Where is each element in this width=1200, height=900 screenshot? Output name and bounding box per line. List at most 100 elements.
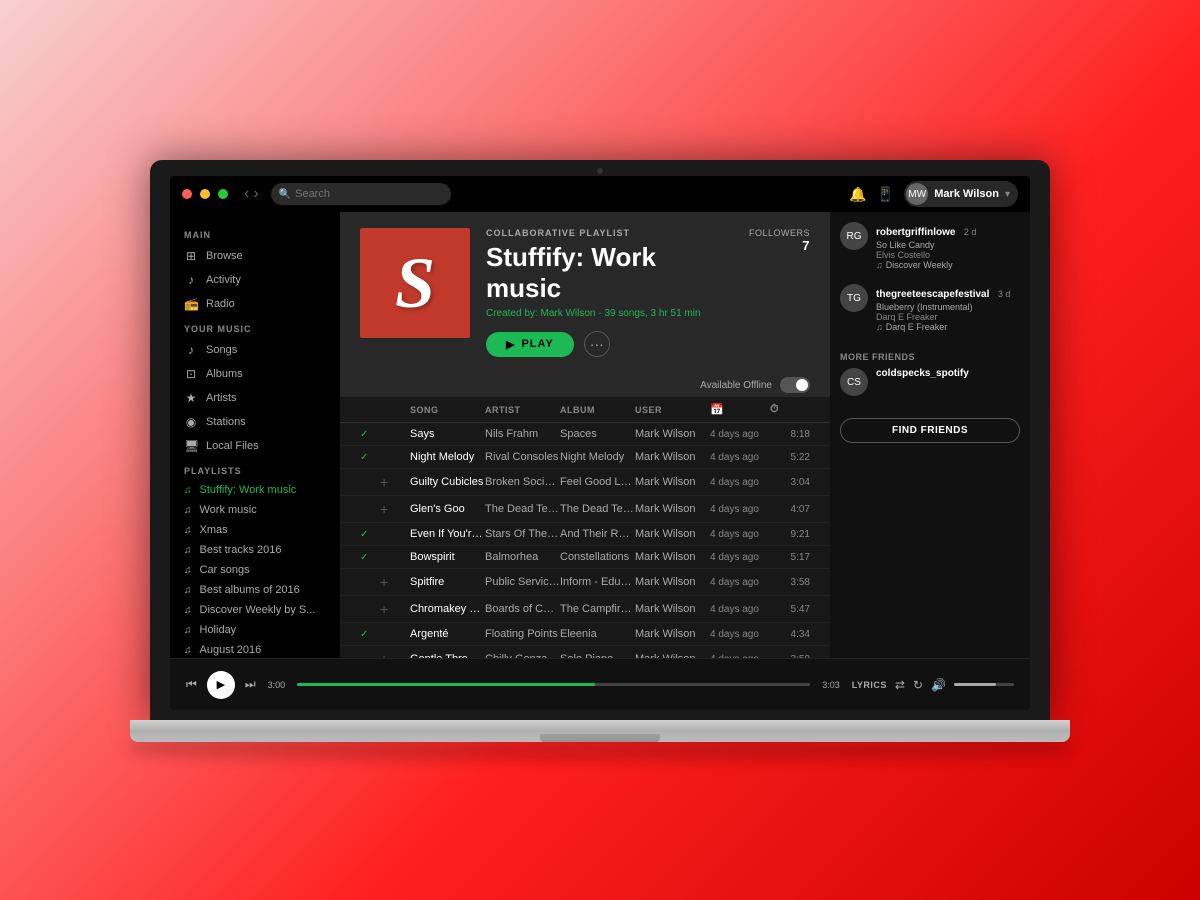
creator-link[interactable]: Mark Wilson · 39 songs, 3 hr 51 min [540, 308, 700, 319]
sidebar-playlist-august[interactable]: ♫ August 2016 [170, 640, 340, 658]
track-add-icon[interactable]: + [380, 574, 410, 590]
sidebar-item-activity[interactable]: ♪ Activity [170, 268, 340, 292]
col-added-icon: 📅 [710, 403, 770, 416]
track-added: 4 days ago [710, 552, 770, 563]
track-add-icon[interactable]: + [380, 501, 410, 517]
track-duration: 4:34 [770, 629, 810, 640]
volume-icon[interactable]: 🔊 [931, 678, 946, 692]
progress-bar[interactable] [297, 683, 810, 686]
sidebar-stations-label: Stations [206, 416, 246, 428]
sidebar-playlist-holiday[interactable]: ♫ Holiday [170, 620, 340, 640]
sidebar-artists-label: Artists [206, 392, 237, 404]
track-list: SONG ARTIST ALBUM USER 📅 ⏱ ✓ Says Nils F… [340, 397, 830, 658]
playlist-meta: COLLABORATIVE PLAYLIST Stuffify: Work mu… [486, 228, 733, 357]
sidebar-item-browse[interactable]: ⊞ Browse [170, 244, 340, 268]
next-button[interactable]: ⏭ [245, 677, 256, 692]
sidebar-item-albums[interactable]: ⊡ Albums [170, 362, 340, 386]
track-rows-container: ✓ Says Nils Frahm Spaces Mark Wilson 4 d… [340, 423, 830, 658]
devices-icon[interactable]: 📱 [877, 186, 894, 203]
shuffle-icon[interactable]: ⇄ [895, 678, 905, 692]
sidebar-item-songs[interactable]: ♪ Songs [170, 338, 340, 362]
search-bar[interactable]: 🔍 [271, 183, 451, 205]
sidebar-playlist-2-label: Xmas [200, 524, 228, 536]
sidebar-activity-label: Activity [206, 274, 241, 286]
offline-toggle[interactable] [780, 377, 810, 393]
sidebar-playlist-workmusic[interactable]: ♫ Work music [170, 500, 340, 520]
track-row[interactable]: ✓ Night Melody Rival Consoles Night Melo… [340, 446, 830, 469]
track-row[interactable]: + Glen's Goo The Dead Texan The Dead Tex… [340, 496, 830, 523]
sidebar-item-radio[interactable]: 📻 Radio [170, 292, 340, 316]
repeat-icon[interactable]: ↻ [913, 678, 923, 692]
volume-bar[interactable] [954, 683, 1014, 686]
track-added: 4 days ago [710, 629, 770, 640]
prev-button[interactable]: ⏮ [186, 677, 197, 692]
track-row[interactable]: + Chromakey Dreamcoat Boards of Canada T… [340, 596, 830, 623]
sidebar-playlist-stuffify[interactable]: ♫ Stuffify: Work music [170, 480, 340, 500]
app-body: MAIN ⊞ Browse ♪ Activity 📻 Radio YOUR MU… [170, 212, 1030, 658]
track-row[interactable]: ✓ Argenté Floating Points Eleenia Mark W… [340, 623, 830, 646]
sidebar-item-localfiles[interactable]: 🖥 Local Files [170, 434, 340, 458]
sidebar-playlist-bestalbums[interactable]: ♫ Best albums of 2016 [170, 580, 340, 600]
titlebar-right: 🔔 📱 MW Mark Wilson ▾ [849, 181, 1018, 207]
friend-info-more: coldspecks_spotify [876, 368, 1020, 396]
find-friends-button[interactable]: FIND FRIENDS [840, 418, 1020, 443]
sidebar-item-artists[interactable]: ★ Artists [170, 386, 340, 410]
titlebar: ‹ › 🔍 🔔 📱 MW Mark Wilson ▾ [170, 176, 1030, 212]
user-menu-button[interactable]: MW Mark Wilson ▾ [904, 181, 1018, 207]
sidebar-playlist-xmas[interactable]: ♫ Xmas [170, 520, 340, 540]
track-row[interactable]: ✓ Even If You're Never Awake Stars Of Th… [340, 523, 830, 546]
friend-name-0: robertgriffinlowe [876, 227, 955, 238]
back-arrow[interactable]: ‹ [244, 185, 249, 203]
more-options-button[interactable]: ··· [584, 331, 610, 357]
playlist-type: COLLABORATIVE PLAYLIST [486, 228, 733, 238]
track-user: Mark Wilson [635, 503, 710, 515]
songs-icon: ♪ [184, 343, 198, 357]
track-add-icon[interactable]: + [380, 474, 410, 490]
sidebar-playlist-8-label: August 2016 [200, 644, 262, 656]
track-row[interactable]: ✓ Bowspirit Balmorhea Constellations Mar… [340, 546, 830, 569]
search-icon: 🔍 [279, 189, 291, 200]
friend-item-more: CS coldspecks_spotify [840, 368, 1020, 396]
lyrics-button[interactable]: LYRICS [852, 680, 887, 690]
playlist-title: Stuffify: Work music [486, 242, 733, 304]
notification-icon[interactable]: 🔔 [849, 186, 866, 203]
track-row[interactable]: + Guilty Cubicles Broken Social Sc... Fe… [340, 469, 830, 496]
track-add-icon[interactable]: + [380, 651, 410, 658]
track-added: 4 days ago [710, 504, 770, 515]
track-user: Mark Wilson [635, 551, 710, 563]
progress-container[interactable] [297, 683, 810, 686]
track-check: ✓ [360, 452, 380, 463]
friend-time-0: 2 d [964, 227, 977, 237]
col-song: SONG [410, 405, 485, 415]
offline-label: Available Offline [700, 380, 772, 391]
sidebar-playlist-discoverweekly[interactable]: ♫ Discover Weekly by S... [170, 600, 340, 620]
maximize-button[interactable] [218, 189, 228, 199]
track-artist: Nils Frahm [485, 428, 560, 440]
track-artist: Boards of Canada [485, 603, 560, 615]
sidebar-playlist-carsongs[interactable]: ♫ Car songs [170, 560, 340, 580]
track-row[interactable]: + Gentle Threat - Instrumental Chilly Go… [340, 646, 830, 658]
search-input[interactable] [295, 188, 443, 200]
forward-arrow[interactable]: › [253, 185, 258, 203]
track-row[interactable]: + Spitfire Public Service Br... Inform -… [340, 569, 830, 596]
sidebar-playlist-4-label: Car songs [200, 564, 250, 576]
track-add-icon[interactable]: + [380, 601, 410, 617]
friend-playlist-name-1: Darq E Freaker [886, 322, 948, 332]
total-time: 3:03 [822, 680, 840, 690]
more-friends-label: MORE FRIENDS [840, 352, 1020, 362]
track-user: Mark Wilson [635, 528, 710, 540]
track-album: Eleenia [560, 628, 635, 640]
track-artist: Floating Points [485, 628, 560, 640]
sidebar-songs-label: Songs [206, 344, 237, 356]
close-button[interactable] [182, 189, 192, 199]
track-row[interactable]: ✓ Says Nils Frahm Spaces Mark Wilson 4 d… [340, 423, 830, 446]
playlist-actions: ▶ PLAY ··· [486, 331, 733, 357]
friend-name-1: thegreeteescapefestival [876, 289, 989, 300]
col-user: USER [635, 405, 710, 415]
sidebar-item-stations[interactable]: ◉ Stations [170, 410, 340, 434]
play-pause-button[interactable]: ▶ [207, 671, 235, 699]
play-button[interactable]: ▶ PLAY [486, 332, 574, 357]
sidebar-playlist-besttracks[interactable]: ♫ Best tracks 2016 [170, 540, 340, 560]
track-title: Even If You're Never Awake [410, 528, 485, 540]
minimize-button[interactable] [200, 189, 210, 199]
